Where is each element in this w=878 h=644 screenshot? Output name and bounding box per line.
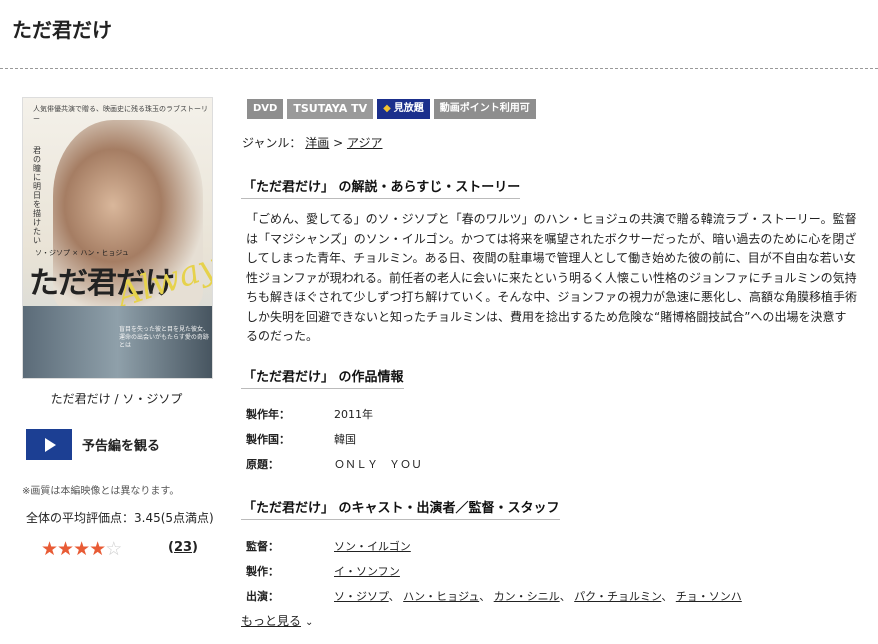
cast-link[interactable]: パク・チョルミン: [574, 590, 661, 603]
cast-list: ソ・ジソプ、 ハン・ヒョジュ、 カン・シニル、 パク・チョルミン、 チョ・ソンハ: [334, 590, 742, 603]
chevron-down-icon: ⌄: [305, 617, 314, 628]
tsutaya-tv-badge: TSUTAYA TV: [287, 99, 374, 119]
mihodai-badge: ◆ 見放題: [377, 99, 430, 119]
dvd-badge: DVD: [247, 99, 284, 119]
synopsis-text: 「ごめん、愛してる」のソ・ジソプと「春のワルツ」のハン・ヒョジュの共演で贈る韓流…: [246, 212, 858, 343]
producer-link[interactable]: イ・ソンフン: [334, 565, 400, 578]
trailer-label[interactable]: 予告編を観る: [82, 435, 160, 454]
cast-link[interactable]: ハン・ヒョジュ: [403, 590, 479, 603]
synopsis-section-title: 「ただ君だけ」 の解説・あらすじ・ストーリー: [241, 176, 521, 199]
review-count-link[interactable]: 23: [174, 540, 192, 555]
poster-vertical-text: 君の瞳に明日を描けたい: [33, 146, 41, 245]
page-title: ただ君だけ: [12, 18, 112, 42]
trailer-button[interactable]: 予告編を観る: [26, 429, 160, 460]
points-badge: 動画ポイント利用可: [433, 99, 536, 119]
cast-link[interactable]: チョ・ソンハ: [676, 590, 742, 603]
poster-bottom-text: 盲目を失った彼と目を見た彼女、運命の出会いがもたらす愛の奇跡とは: [119, 326, 210, 349]
quality-note: ※画質は本編映像とは異なります。: [22, 486, 180, 497]
star-empty-icon: ☆: [105, 538, 122, 560]
header-divider: [0, 68, 878, 69]
movie-poster[interactable]: 人気俳優共演で贈る、映画史に残る珠玉のラブストーリー 君の瞳に明日を描けたい ソ…: [22, 97, 213, 379]
rating-stars: ★★★★☆: [41, 538, 122, 560]
star-icon: ★: [73, 538, 90, 560]
star-icon: ★: [57, 538, 74, 560]
poster-caption: ただ君だけ / ソ・ジソプ: [50, 392, 183, 406]
cast-section-title: 「ただ君だけ」 のキャスト・出演者／監督・スタッフ: [241, 497, 560, 520]
info-section-title: 「ただ君だけ」 の作品情報: [241, 366, 404, 389]
show-more-link[interactable]: もっと見る ⌄: [241, 612, 313, 629]
star-half-icon: ★: [89, 538, 106, 560]
star-icon: ★: [41, 538, 58, 560]
cast-link[interactable]: カン・シニル: [494, 590, 560, 603]
review-count: (23): [168, 540, 198, 555]
genre-breadcrumb: ジャンル： 洋画 > アジア: [242, 136, 383, 150]
play-icon[interactable]: [26, 429, 72, 460]
poster-actors: ソ・ジソプ × ハン・ヒョジュ: [35, 249, 129, 257]
genre-link-asia[interactable]: アジア: [347, 136, 383, 150]
genre-link-yoga[interactable]: 洋画: [305, 136, 329, 150]
average-rating: 全体の平均評価点：3.45(5点満点): [26, 511, 214, 525]
diamond-icon: ◆: [383, 103, 391, 114]
director-link[interactable]: ソン・イルゴン: [334, 540, 411, 553]
badge-row: DVD TSUTAYA TV ◆ 見放題 動画ポイント利用可: [247, 99, 536, 119]
cast-link[interactable]: ソ・ジソプ: [334, 590, 389, 603]
